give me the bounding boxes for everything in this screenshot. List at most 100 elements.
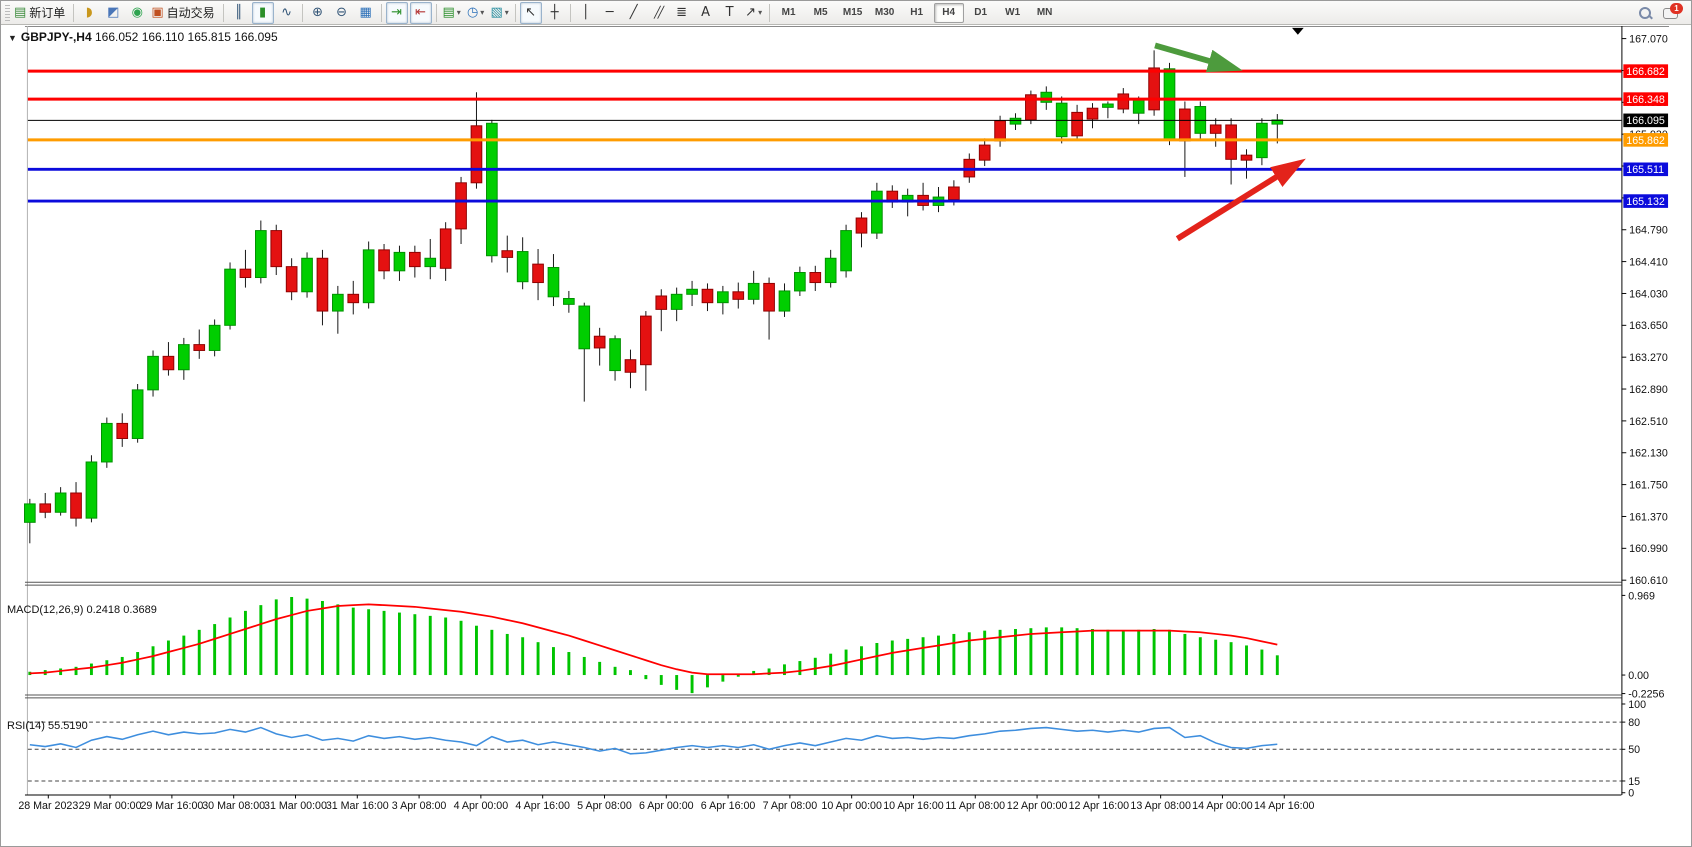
new-order-icon: ▤ [14,6,26,19]
text-label-button[interactable]: T [719,2,741,24]
time-tick-label: 12 Apr 00:00 [1007,800,1068,812]
new-order-button-label: 新订单 [26,4,68,21]
macd-tick-label: 0.00 [1628,670,1649,682]
timeframe-m5[interactable]: M5 [806,3,836,23]
cursor-button[interactable]: ↖ [520,2,542,24]
new-order-button[interactable]: ▤新订单 [13,2,69,24]
chart-title: ▼GBPJPY-,H4 166.052 166.110 165.815 166.… [8,30,278,44]
time-axis: 28 Mar 202329 Mar 00:0029 Mar 16:0030 Ma… [18,795,1314,813]
timeframe-m30[interactable]: M30 [870,3,900,23]
market-watch-icon: ◩ [107,6,119,19]
equidistant-channel-button[interactable]: ╱╱ [647,2,669,24]
megaphone-icon: ◗ [86,6,93,19]
search-icon[interactable] [1639,7,1651,19]
time-tick-label: 29 Mar 00:00 [79,800,142,812]
tile-windows-button[interactable]: ▦ [355,2,377,24]
price-tick-label: 160.610 [1629,575,1668,587]
crosshair-icon: ┼ [551,6,559,19]
rsi-line [30,728,1277,754]
line-chart-button[interactable]: ∿ [276,2,298,24]
periods-button[interactable]: ◷ [465,2,487,24]
rsi-tick-label: 100 [1628,699,1646,711]
trendline-button[interactable]: ╱ [623,2,645,24]
time-tick-label: 6 Apr 16:00 [701,800,756,812]
timeframe-m15[interactable]: M15 [838,3,868,23]
fibonacci-button[interactable]: ≣ [671,2,693,24]
time-tick-label: 29 Mar 16:00 [140,800,203,812]
vertical-line-button[interactable]: │ [575,2,597,24]
rsi-tick-label: 15 [1628,776,1640,788]
templates-button[interactable]: ▧ [489,2,511,24]
quote-low: 165.815 [188,30,231,44]
quote-close: 166.095 [234,30,277,44]
tile-icon: ▦ [359,6,371,19]
megaphone-button[interactable]: ◗ [78,2,100,24]
time-tick-label: 12 Apr 16:00 [1069,800,1130,812]
time-tick-label: 7 Apr 08:00 [763,800,818,812]
candles-icon: ▮ [259,6,266,19]
main-toolbar: ▤新订单◗◩◉▣自动交易║▮∿⊕⊖▦⇥⇤▤◷▧↖┼│─╱╱╱≣AT↗M1M5M1… [1,1,1692,25]
price-tick-label: 167.070 [1629,33,1668,45]
price-axis: 167.070166.690166.310165.930165.550165.1… [1621,33,1668,587]
text-button[interactable]: A [695,2,717,24]
timeframe-mn[interactable]: MN [1030,3,1060,23]
price-tick-label: 162.510 [1629,416,1668,428]
price-tick-label: 161.750 [1629,479,1668,491]
cursor-icon: ↖ [525,6,536,19]
rsi-tick-label: 80 [1628,717,1640,729]
candlestick-button[interactable]: ▮ [252,2,274,24]
timeframe-d1[interactable]: D1 [966,3,996,23]
timeframe-h4[interactable]: H4 [934,3,964,23]
time-tick-label: 11 Apr 08:00 [945,800,1005,812]
new-chart-button[interactable]: ▤ [441,2,463,24]
zoom-in-icon: ⊕ [312,6,323,19]
template-icon: ▧ [490,6,502,19]
time-tick-label: 31 Mar 16:00 [326,800,389,812]
chart-canvas[interactable]: 167.070166.690166.310165.930165.550165.1… [1,25,1692,847]
trading-platform-window: ▤新订单◗◩◉▣自动交易║▮∿⊕⊖▦⇥⇤▤◷▧↖┼│─╱╱╱≣AT↗M1M5M1… [0,0,1692,847]
toolbar-grip[interactable] [5,5,10,21]
zoom-out-button[interactable]: ⊖ [331,2,353,24]
price-tick-label: 162.890 [1629,384,1668,396]
chart-shift-button[interactable]: ⇤ [410,2,432,24]
price-tick-label: 163.650 [1629,320,1668,332]
quote-open: 166.052 [95,30,138,44]
horizontal-line-button[interactable]: ─ [599,2,621,24]
signals-button[interactable]: ◉ [126,2,148,24]
green-arrow[interactable] [1155,45,1226,65]
time-tick-label: 31 Mar 00:00 [264,800,327,812]
crosshair-button[interactable]: ┼ [544,2,566,24]
line-icon: ∿ [281,6,292,19]
price-tick-label: 160.990 [1629,543,1668,555]
timeframe-w1[interactable]: W1 [998,3,1028,23]
time-tick-label: 5 Apr 08:00 [577,800,632,812]
notifications-icon[interactable]: 1 [1663,6,1679,19]
bars-icon: ║ [235,6,243,19]
text-icon: A [701,6,710,19]
time-tick-label: 30 Mar 08:00 [202,800,265,812]
svg-text:165.862: 165.862 [1626,135,1665,147]
market-watch-button[interactable]: ◩ [102,2,124,24]
trendline-icon: ╱ [630,6,638,19]
macd-tick-label: 0.969 [1628,590,1655,602]
collapse-panel-icon[interactable]: ▼ [8,33,17,43]
clock-icon: ◷ [467,6,478,19]
svg-text:165.511: 165.511 [1626,164,1664,176]
toolbar-separator [570,4,571,22]
red-arrow[interactable] [1177,168,1291,239]
time-tick-label: 4 Apr 00:00 [454,800,509,812]
bar-chart-button[interactable]: ║ [228,2,250,24]
toolbar-separator [302,4,303,22]
horizontal-lines-layer [28,28,1622,201]
arrows-button[interactable]: ↗ [743,2,765,24]
autotrading-button[interactable]: ▣自动交易 [150,2,218,24]
new-chart-icon: ▤ [442,6,454,19]
auto-scroll-button[interactable]: ⇥ [386,2,408,24]
zoom-in-button[interactable]: ⊕ [307,2,329,24]
toolbar-separator [515,4,516,22]
time-tick-label: 28 Mar 2023 [18,800,78,812]
timeframe-h1[interactable]: H1 [902,3,932,23]
notification-badge: 1 [1670,3,1683,14]
timeframe-m1[interactable]: M1 [774,3,804,23]
channel-icon: ╱╱ [654,7,661,18]
